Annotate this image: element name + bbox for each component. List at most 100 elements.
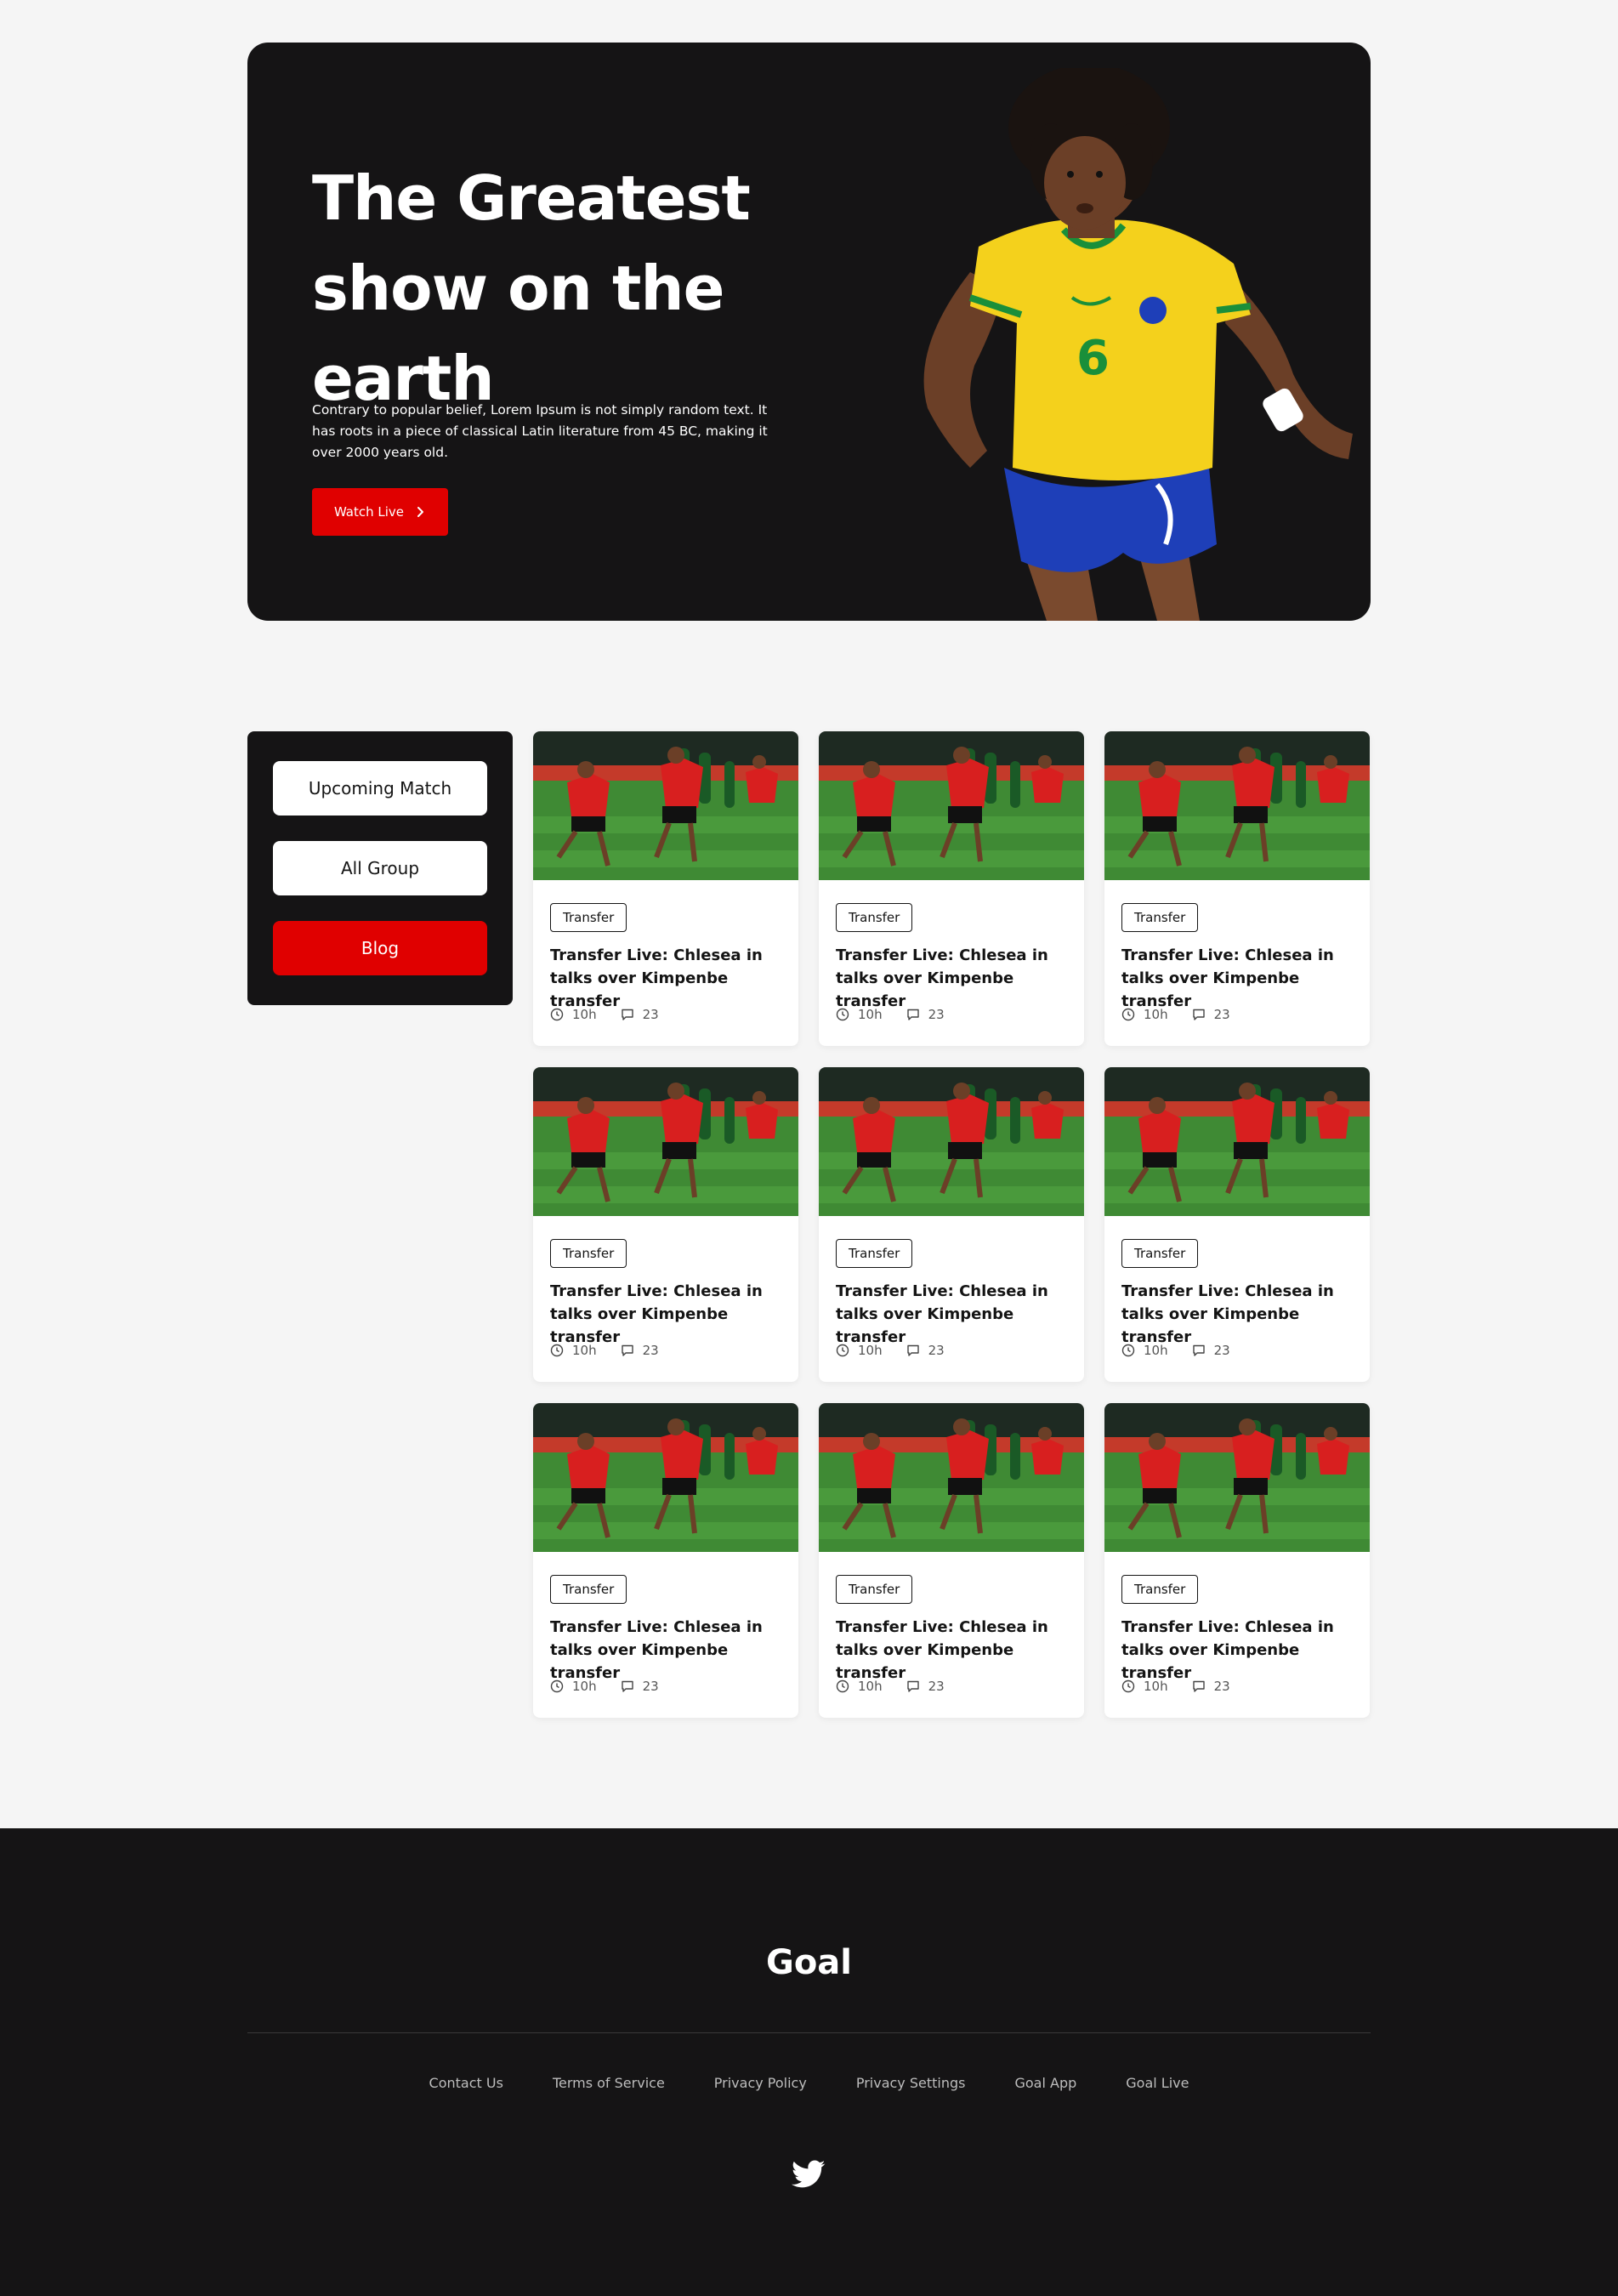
twitter-icon[interactable]	[792, 2160, 826, 2189]
card-title[interactable]: Transfer Live: Chlesea in talks over Kim…	[1121, 1280, 1360, 1349]
news-card[interactable]: Transfer Transfer Live: Chlesea in talks …	[533, 1067, 798, 1382]
card-comments[interactable]: 23	[906, 1007, 945, 1022]
news-card[interactable]: Transfer Transfer Live: Chlesea in talks …	[1104, 1067, 1370, 1382]
card-time: 10h	[550, 1343, 597, 1358]
card-title[interactable]: Transfer Live: Chlesea in talks over Kim…	[836, 1616, 1074, 1685]
card-time: 10h	[1121, 1679, 1168, 1694]
news-card[interactable]: Transfer Transfer Live: Chlesea in talks …	[533, 1403, 798, 1718]
clock-icon	[836, 1679, 849, 1693]
footer-link-privacy-policy[interactable]: Privacy Policy	[714, 2075, 807, 2091]
card-comments[interactable]: 23	[1192, 1343, 1230, 1358]
card-comments-count: 23	[642, 1679, 659, 1694]
news-card[interactable]: Transfer Transfer Live: Chlesea in talks …	[819, 731, 1084, 1046]
card-comments[interactable]: 23	[621, 1007, 659, 1022]
card-comments[interactable]: 23	[1192, 1679, 1230, 1694]
sidebar-item-blog[interactable]: Blog	[273, 921, 487, 975]
card-time-label: 10h	[858, 1007, 883, 1022]
card-time: 10h	[1121, 1343, 1168, 1358]
card-time: 10h	[550, 1679, 597, 1694]
sidebar-item-all-group[interactable]: All Group	[273, 841, 487, 895]
card-time: 10h	[550, 1007, 597, 1022]
card-image	[533, 1067, 798, 1216]
chevron-right-icon	[417, 507, 424, 517]
card-image	[819, 1403, 1084, 1552]
card-time: 10h	[836, 1007, 883, 1022]
card-time-label: 10h	[572, 1679, 597, 1694]
player-image: 6	[923, 68, 1353, 621]
card-title[interactable]: Transfer Live: Chlesea in talks over Kim…	[1121, 1616, 1360, 1685]
card-comments-count: 23	[928, 1007, 945, 1022]
card-comments-count: 23	[1213, 1007, 1230, 1022]
comment-icon	[1192, 1680, 1205, 1692]
card-comments-count: 23	[928, 1343, 945, 1358]
card-comments-count: 23	[928, 1679, 945, 1694]
news-card[interactable]: Transfer Transfer Live: Chlesea in talks …	[533, 731, 798, 1046]
card-tag[interactable]: Transfer	[550, 903, 627, 932]
footer: Goal Contact Us Terms of Service Privacy…	[0, 1828, 1618, 2296]
card-meta: 10h 23	[1121, 1343, 1230, 1358]
comment-icon	[621, 1344, 633, 1356]
card-time-label: 10h	[1144, 1679, 1168, 1694]
card-time-label: 10h	[572, 1343, 597, 1358]
card-time-label: 10h	[858, 1343, 883, 1358]
news-card[interactable]: Transfer Transfer Live: Chlesea in talks …	[819, 1067, 1084, 1382]
card-time-label: 10h	[858, 1679, 883, 1694]
card-tag[interactable]: Transfer	[550, 1575, 627, 1604]
card-comments-count: 23	[1213, 1343, 1230, 1358]
card-tag[interactable]: Transfer	[1121, 1575, 1199, 1604]
card-comments[interactable]: 23	[906, 1343, 945, 1358]
news-card[interactable]: Transfer Transfer Live: Chlesea in talks …	[1104, 731, 1370, 1046]
card-tag[interactable]: Transfer	[836, 1239, 913, 1268]
card-meta: 10h 23	[836, 1007, 945, 1022]
card-image	[1104, 1067, 1370, 1216]
footer-link-contact-us[interactable]: Contact Us	[429, 2075, 503, 2091]
sidebar-item-upcoming-match[interactable]: Upcoming Match	[273, 761, 487, 816]
comment-icon	[1192, 1009, 1205, 1020]
card-tag[interactable]: Transfer	[836, 1575, 913, 1604]
card-meta: 10h 23	[550, 1007, 659, 1022]
watch-live-button[interactable]: Watch Live	[312, 488, 448, 536]
card-image	[1104, 1403, 1370, 1552]
comment-icon	[906, 1680, 919, 1692]
card-meta: 10h 23	[550, 1343, 659, 1358]
card-comments[interactable]: 23	[621, 1343, 659, 1358]
footer-link-goal-app[interactable]: Goal App	[1014, 2075, 1076, 2091]
card-image	[819, 731, 1084, 880]
hero-description: Contrary to popular belief, Lorem Ipsum …	[312, 402, 768, 460]
card-comments[interactable]: 23	[1192, 1007, 1230, 1022]
footer-links: Contact Us Terms of Service Privacy Poli…	[0, 2075, 1618, 2091]
card-title[interactable]: Transfer Live: Chlesea in talks over Kim…	[550, 944, 788, 1013]
footer-link-privacy-settings[interactable]: Privacy Settings	[856, 2075, 966, 2091]
card-title[interactable]: Transfer Live: Chlesea in talks over Kim…	[550, 1280, 788, 1349]
clock-icon	[1121, 1008, 1135, 1021]
card-image	[533, 1403, 798, 1552]
card-tag[interactable]: Transfer	[550, 1239, 627, 1268]
card-title[interactable]: Transfer Live: Chlesea in talks over Kim…	[550, 1616, 788, 1685]
card-tag[interactable]: Transfer	[836, 903, 913, 932]
card-comments[interactable]: 23	[621, 1679, 659, 1694]
news-card[interactable]: Transfer Transfer Live: Chlesea in talks …	[819, 1403, 1084, 1718]
comment-icon	[621, 1680, 633, 1692]
card-meta: 10h 23	[836, 1679, 945, 1694]
card-tag[interactable]: Transfer	[1121, 1239, 1199, 1268]
card-title[interactable]: Transfer Live: Chlesea in talks over Kim…	[1121, 944, 1360, 1013]
card-comments[interactable]: 23	[906, 1679, 945, 1694]
footer-logo[interactable]: Goal	[0, 1943, 1618, 1982]
card-time-label: 10h	[1144, 1343, 1168, 1358]
hero-title: The Greatest show on the earth	[312, 162, 751, 414]
card-tag[interactable]: Transfer	[1121, 903, 1199, 932]
svg-text:6: 6	[1076, 331, 1110, 386]
comment-icon	[1192, 1344, 1205, 1356]
card-title[interactable]: Transfer Live: Chlesea in talks over Kim…	[836, 944, 1074, 1013]
clock-icon	[836, 1344, 849, 1357]
clock-icon	[1121, 1344, 1135, 1357]
card-title[interactable]: Transfer Live: Chlesea in talks over Kim…	[836, 1280, 1074, 1349]
footer-link-goal-live[interactable]: Goal Live	[1126, 2075, 1189, 2091]
hero-banner: The Greatest show on the earth Contrary …	[247, 43, 1371, 621]
footer-link-terms-of-service[interactable]: Terms of Service	[553, 2075, 665, 2091]
clock-icon	[550, 1008, 564, 1021]
news-card[interactable]: Transfer Transfer Live: Chlesea in talks …	[1104, 1403, 1370, 1718]
card-time: 10h	[836, 1679, 883, 1694]
clock-icon	[550, 1344, 564, 1357]
card-image	[819, 1067, 1084, 1216]
